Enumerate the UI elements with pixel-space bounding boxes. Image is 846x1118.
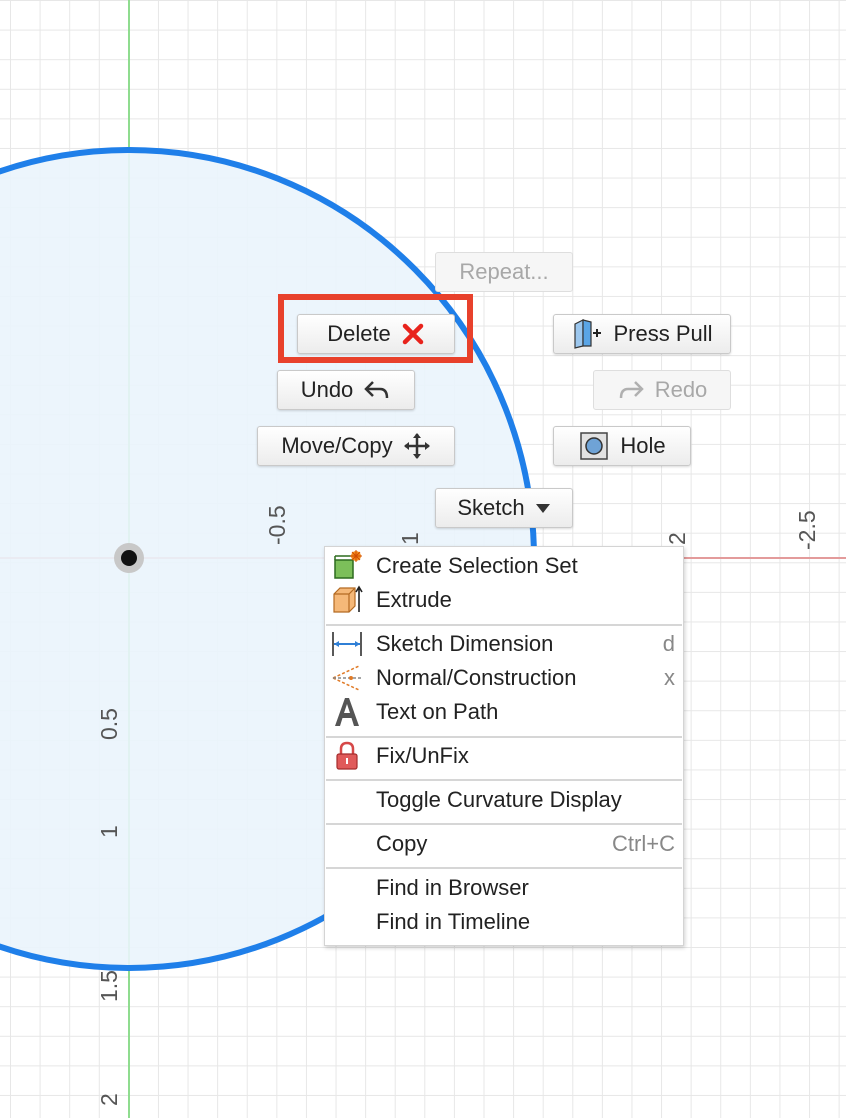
- menu-item-label: Toggle Curvature Display: [376, 787, 622, 812]
- menu-separator: [326, 823, 682, 825]
- sketch-dropdown-button[interactable]: Sketch: [435, 488, 573, 528]
- x-axis-label: -0.5: [264, 505, 290, 545]
- menu-item-label: Extrude: [376, 587, 452, 612]
- y-axis-label: 1: [96, 825, 122, 838]
- menu-item-sketch-dimension[interactable]: Sketch Dimension d: [325, 627, 683, 661]
- menu-item-shortcut: d: [662, 631, 675, 656]
- redo-arrow-icon: [617, 378, 645, 402]
- menu-item-create-selection-set[interactable]: Create Selection Set: [325, 549, 683, 583]
- repeat-label: Repeat...: [459, 259, 549, 284]
- undo-label: Undo: [300, 377, 354, 402]
- menu-item-shortcut: x: [664, 665, 675, 690]
- menu-item-shortcut: Ctrl+C: [612, 831, 675, 856]
- center-point[interactable]: [121, 550, 137, 566]
- undo-arrow-icon: [363, 378, 391, 402]
- press-pull-label: Press Pull: [613, 321, 713, 346]
- menu-item-find-in-timeline[interactable]: Find in Timeline: [325, 905, 683, 939]
- menu-separator: [326, 779, 682, 781]
- lock-icon: [331, 740, 363, 772]
- move-arrows-icon: [403, 432, 431, 460]
- repeat-button[interactable]: Repeat...: [435, 252, 573, 292]
- menu-separator: [326, 736, 682, 738]
- construction-icon: [331, 662, 363, 694]
- menu-item-extrude[interactable]: Extrude: [325, 583, 683, 617]
- dimension-icon: [331, 628, 363, 660]
- press-pull-icon: [571, 318, 603, 350]
- menu-item-label: Sketch Dimension: [376, 631, 554, 656]
- hole-button[interactable]: Hole: [553, 426, 691, 466]
- menu-item-label: Copy: [376, 831, 428, 856]
- y-axis-label: 0.5: [96, 708, 122, 740]
- extrude-icon: [331, 584, 363, 616]
- menu-separator: [326, 624, 682, 626]
- text-icon: [331, 696, 363, 728]
- delete-highlight-box: [278, 294, 473, 363]
- sketch-label: Sketch: [457, 495, 525, 520]
- redo-button[interactable]: Redo: [593, 370, 731, 410]
- y-axis-label: 2: [96, 1093, 122, 1106]
- menu-item-label: Normal/Construction: [376, 665, 577, 690]
- menu-item-find-in-browser[interactable]: Find in Browser: [325, 871, 683, 905]
- menu-item-toggle-curvature-display[interactable]: Toggle Curvature Display: [325, 783, 683, 817]
- redo-label: Redo: [654, 377, 708, 402]
- hole-label: Hole: [620, 433, 666, 458]
- x-axis-label: -2.5: [794, 510, 820, 550]
- menu-item-label: Find in Timeline: [376, 909, 531, 934]
- menu-item-normal-construction[interactable]: Normal/Construction x: [325, 661, 683, 695]
- menu-item-label: Find in Browser: [376, 875, 529, 900]
- chevron-down-icon: [535, 502, 551, 514]
- menu-separator: [326, 867, 682, 869]
- x-axis-label: 1: [397, 532, 423, 545]
- context-menu: Create Selection Set Extrude Sketch Dime…: [324, 546, 684, 946]
- hole-icon: [578, 430, 610, 462]
- menu-item-fix-unfix[interactable]: Fix/UnFix: [325, 739, 683, 773]
- menu-item-text-on-path[interactable]: Text on Path: [325, 695, 683, 729]
- move-copy-label: Move/Copy: [281, 433, 393, 458]
- menu-item-copy[interactable]: Copy Ctrl+C: [325, 827, 683, 861]
- menu-item-label: Create Selection Set: [376, 553, 578, 578]
- undo-button[interactable]: Undo: [277, 370, 415, 410]
- y-axis-label: 1.5: [96, 970, 122, 1002]
- menu-item-label: Fix/UnFix: [376, 743, 469, 768]
- x-axis-label: 2: [664, 532, 690, 545]
- menu-item-label: Text on Path: [376, 699, 499, 724]
- selection-set-icon: [331, 550, 363, 582]
- move-copy-button[interactable]: Move/Copy: [257, 426, 455, 466]
- press-pull-button[interactable]: Press Pull: [553, 314, 731, 354]
